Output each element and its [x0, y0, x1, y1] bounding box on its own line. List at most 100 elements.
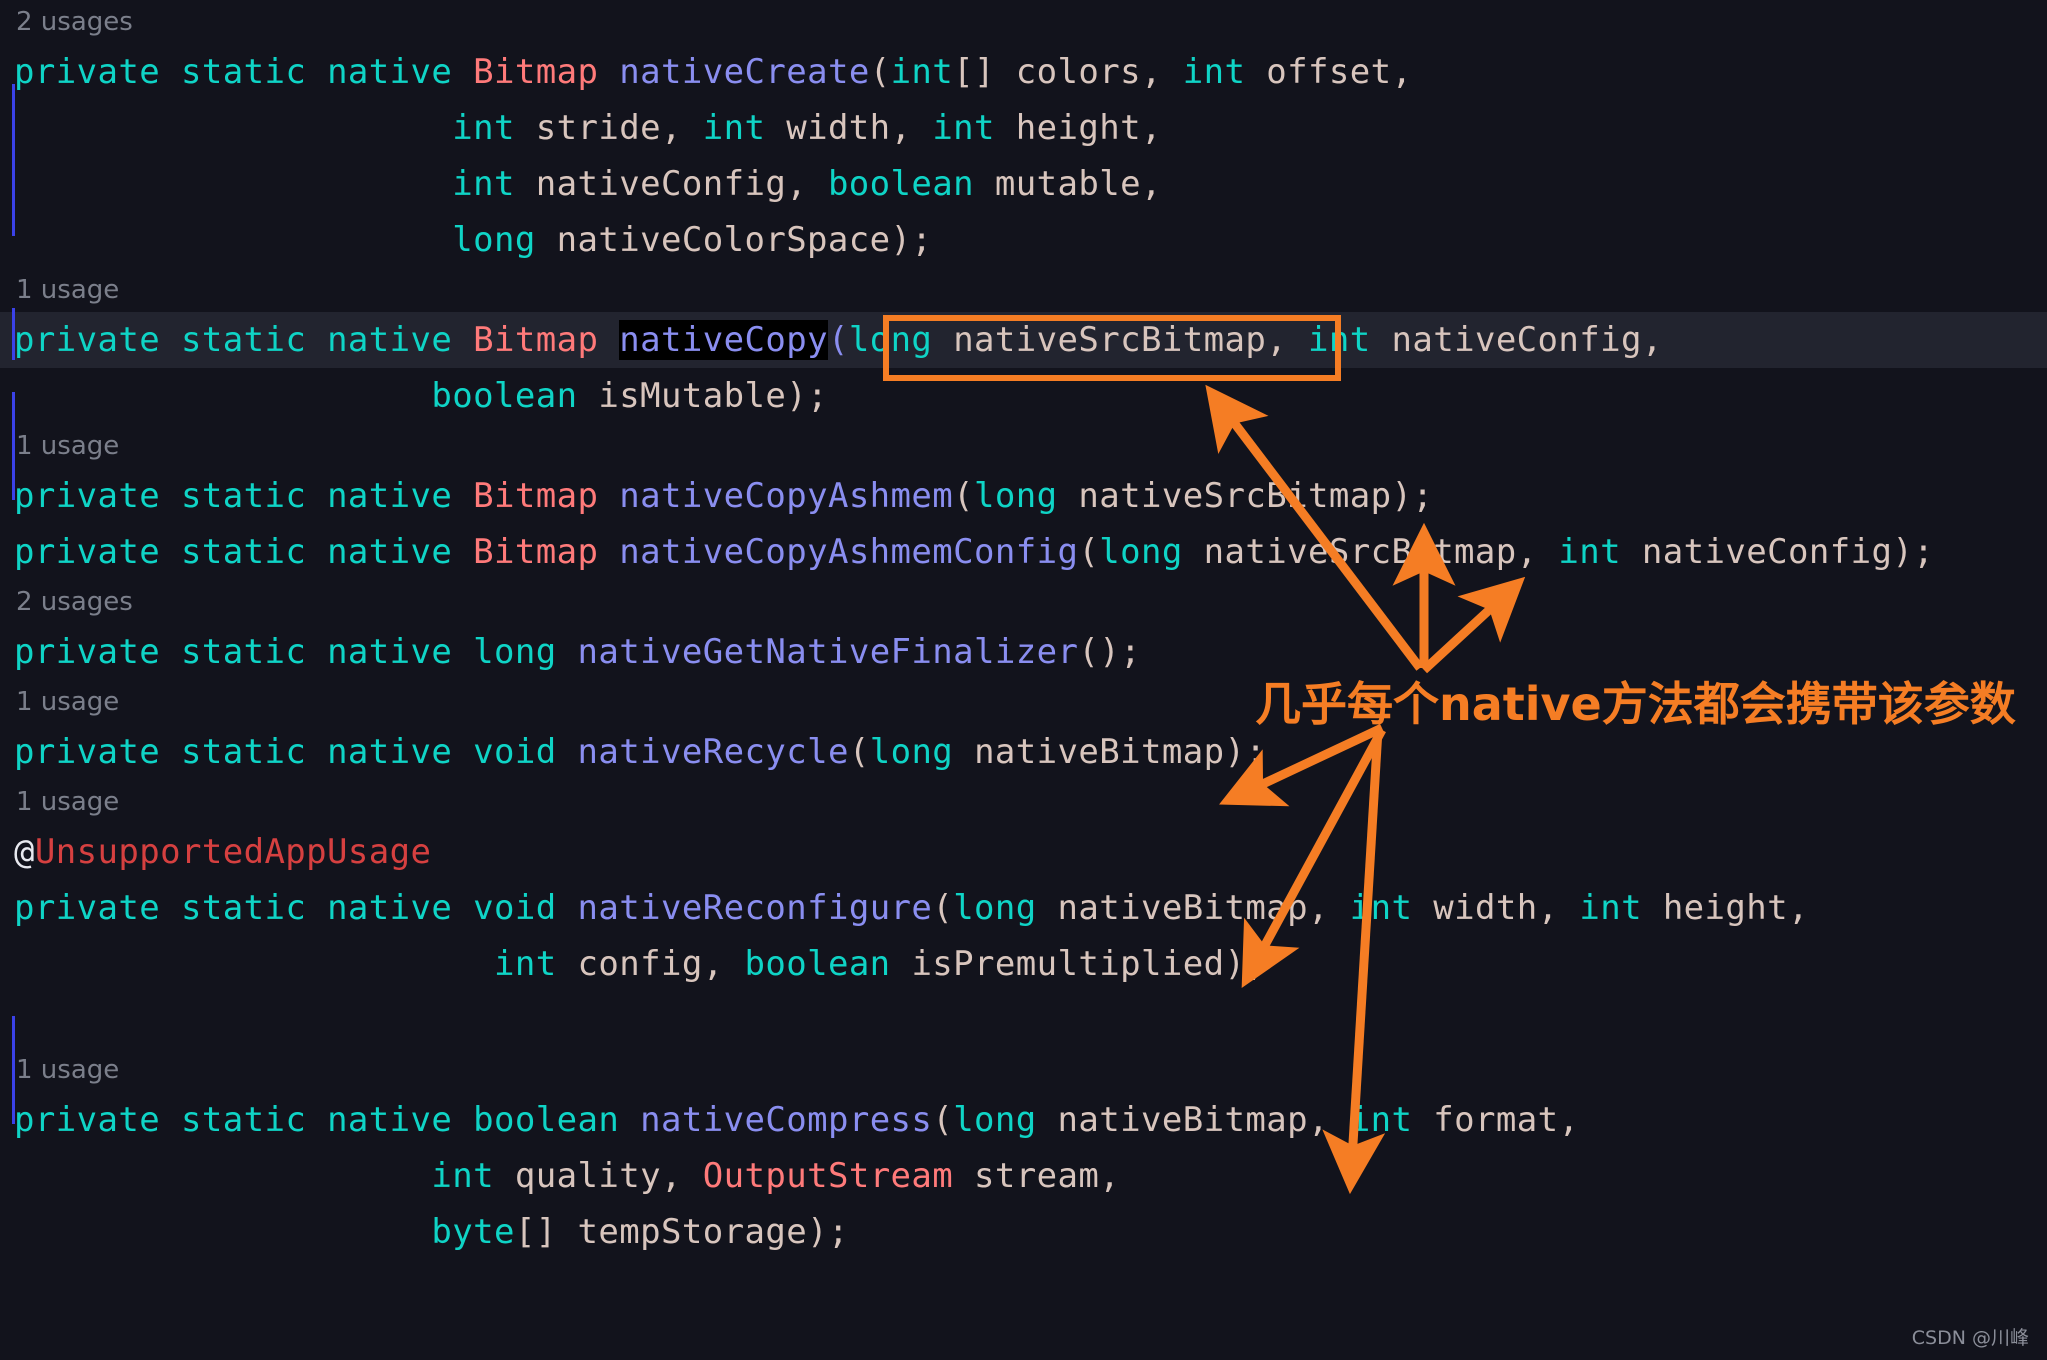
code-token: static	[180, 320, 328, 360]
code-token: offset	[1266, 52, 1392, 92]
indent-guide	[12, 84, 15, 236]
code-token: UnsupportedAppUsage	[34, 832, 432, 872]
code-token: nativeBitmap	[1057, 888, 1308, 928]
indent-guide	[12, 392, 15, 500]
code-token: Bitmap	[473, 476, 620, 516]
code-token: nativeRecycle	[577, 732, 849, 772]
usage-hint[interactable]: 1 usage	[0, 424, 2047, 468]
code-token: int	[1182, 52, 1267, 92]
code-token: );	[1391, 476, 1434, 516]
code-token: private	[14, 1100, 181, 1140]
code-line[interactable]: boolean isMutable);	[0, 368, 2047, 424]
code-token: format	[1433, 1100, 1559, 1140]
usage-hint[interactable]: 2 usages	[0, 0, 2047, 44]
code-token: int	[1307, 320, 1392, 360]
code-line[interactable]: int stride, int width, int height,	[0, 100, 2047, 156]
code-token: static	[180, 1100, 328, 1140]
code-token: nativeSrcBitmap	[1203, 532, 1517, 572]
code-token: int	[452, 108, 536, 148]
code-line[interactable]: private static native Bitmap nativeCopyA…	[0, 468, 2047, 524]
annotation-note-text: 几乎每个native方法都会携带该参数	[1255, 677, 2016, 731]
code-line[interactable]: private static native Bitmap nativeCopy(…	[0, 312, 2047, 368]
code-line[interactable]: private static native boolean nativeComp…	[0, 1092, 2047, 1148]
code-token: width	[786, 108, 891, 148]
code-token: boolean	[827, 164, 995, 204]
code-token: ,	[786, 164, 828, 204]
code-token: ();	[1078, 632, 1141, 672]
code-token: native	[327, 888, 474, 928]
code-token: int	[890, 52, 954, 92]
code-token: long	[974, 476, 1079, 516]
code-token: boolean	[744, 944, 912, 984]
code-token: byte	[431, 1212, 515, 1252]
code-line[interactable]: int nativeConfig, boolean mutable,	[0, 156, 2047, 212]
code-token: nativeSrcBitmap	[953, 320, 1267, 360]
code-token: ,	[660, 108, 703, 148]
code-token: int	[932, 108, 1016, 148]
code-token: private	[14, 732, 181, 772]
code-token: private	[14, 532, 181, 572]
code-line[interactable]: private static native Bitmap nativeCopyA…	[0, 524, 2047, 580]
code-token: OutputStream	[702, 1156, 975, 1196]
code-token: native	[327, 532, 474, 572]
code-line[interactable]: private static native void nativeReconfi…	[0, 880, 2047, 936]
code-token: nativeCopyAshmemConfig	[619, 532, 1079, 572]
code-token: );	[890, 220, 933, 260]
code-token: private	[14, 888, 181, 928]
code-token: boolean	[473, 1100, 641, 1140]
indent-guide	[12, 308, 15, 360]
code-token: []	[953, 52, 1016, 92]
code-token: nativeConfig	[1391, 320, 1642, 360]
code-token: );	[786, 376, 828, 416]
code-token: ,	[1141, 108, 1162, 148]
code-token: static	[180, 888, 328, 928]
code-token: int	[494, 944, 578, 984]
code-token: quality	[514, 1156, 661, 1196]
code-token: nativeConfig	[1641, 532, 1893, 572]
code-token: nativeCopy	[619, 320, 828, 360]
code-token: ,	[1558, 1100, 1580, 1140]
code-token: ,	[1537, 888, 1580, 928]
usage-hint[interactable]: 1 usage	[0, 780, 2047, 824]
code-token: (	[827, 320, 849, 360]
code-token: native	[327, 632, 474, 672]
code-token: static	[180, 732, 328, 772]
code-token: ,	[1141, 164, 1162, 204]
usage-hint[interactable]: 1 usage	[0, 1048, 2047, 1092]
code-token: colors	[1015, 52, 1141, 92]
code-token: );	[1892, 532, 1935, 572]
code-token: private	[14, 632, 181, 672]
code-token: native	[327, 476, 474, 516]
code-token: int	[452, 164, 536, 204]
code-token: ,	[1307, 1100, 1350, 1140]
code-line[interactable]: long nativeColorSpace);	[0, 212, 2047, 268]
code-token: long	[953, 888, 1058, 928]
code-token: int	[1558, 532, 1642, 572]
code-token: stride	[535, 108, 661, 148]
code-token: (	[932, 1100, 954, 1140]
code-token: native	[327, 52, 474, 92]
code-token: private	[14, 476, 181, 516]
code-line[interactable]: byte[] tempStorage);	[0, 1204, 2047, 1260]
usage-hint[interactable]: 2 usages	[0, 580, 2047, 624]
code-token: long	[953, 1100, 1058, 1140]
code-line[interactable]: int config, boolean isPremultiplied);	[0, 936, 2047, 992]
code-token: );	[1224, 732, 1267, 772]
code-token: native	[327, 732, 474, 772]
code-token: nativeColorSpace	[556, 220, 891, 260]
code-token: long	[1099, 532, 1204, 572]
code-token: static	[180, 52, 328, 92]
code-token: []	[514, 1212, 578, 1252]
code-line[interactable]: private static native Bitmap nativeCreat…	[0, 44, 2047, 100]
code-editor-screenshot: 2 usages private static native Bitmap nat…	[0, 0, 2047, 1360]
code-token: native	[327, 1100, 474, 1140]
code-token: static	[180, 632, 328, 672]
code-line[interactable]: int quality, OutputStream stream,	[0, 1148, 2047, 1204]
code-token: ,	[1141, 52, 1183, 92]
code-token: ,	[1266, 320, 1308, 360]
code-token: tempStorage	[577, 1212, 808, 1252]
code-line[interactable]: @UnsupportedAppUsage	[0, 824, 2047, 880]
code-token: (	[932, 888, 954, 928]
usage-hint[interactable]: 1 usage	[0, 268, 2047, 312]
code-token: nativeConfig	[535, 164, 787, 204]
